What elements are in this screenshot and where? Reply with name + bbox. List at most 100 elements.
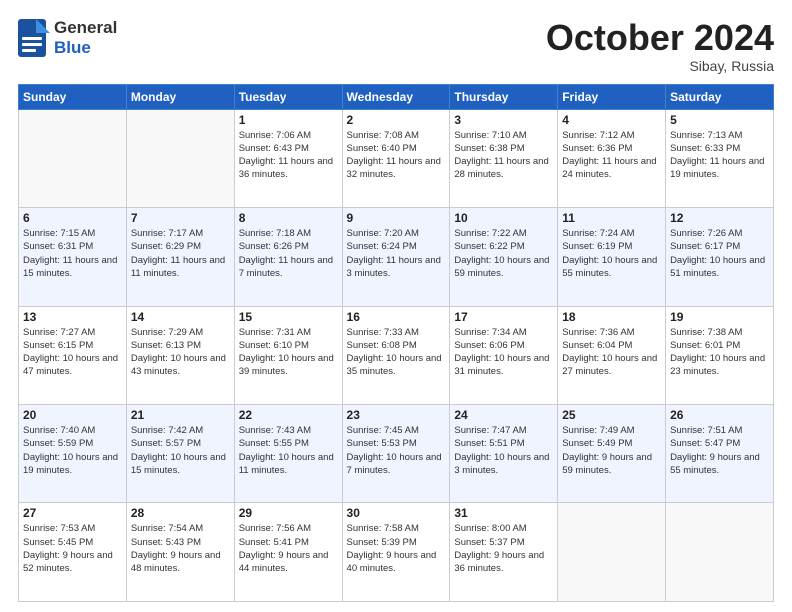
calendar-cell: 27 Sunrise: 7:53 AMSunset: 5:45 PMDayligh…	[19, 503, 127, 602]
calendar-cell: 19 Sunrise: 7:38 AMSunset: 6:01 PMDayligh…	[666, 306, 774, 404]
day-info: Sunrise: 7:34 AMSunset: 6:06 PMDaylight:…	[454, 326, 553, 379]
day-number: 19	[670, 310, 769, 324]
calendar-cell: 16 Sunrise: 7:33 AMSunset: 6:08 PMDayligh…	[342, 306, 450, 404]
day-header-saturday: Saturday	[666, 84, 774, 109]
calendar-cell	[558, 503, 666, 602]
calendar-cell: 23Sunrise: 7:45 AMSunset: 5:53 PMDayligh…	[342, 405, 450, 503]
day-number: 28	[131, 506, 230, 520]
calendar-cell: 2 Sunrise: 7:08 AMSunset: 6:40 PMDaylight…	[342, 109, 450, 207]
day-info: Sunrise: 7:08 AMSunset: 6:40 PMDaylight:…	[347, 129, 446, 182]
calendar-cell: 29 Sunrise: 7:56 AMSunset: 5:41 PMDayligh…	[234, 503, 342, 602]
day-header-thursday: Thursday	[450, 84, 558, 109]
day-number: 15	[239, 310, 338, 324]
day-info: Sunrise: 7:31 AMSunset: 6:10 PMDaylight:…	[239, 326, 338, 379]
day-info: Sunrise: 7:47 AMSunset: 5:51 PMDaylight:…	[454, 424, 553, 477]
day-header-sunday: Sunday	[19, 84, 127, 109]
calendar-header-row: SundayMondayTuesdayWednesdayThursdayFrid…	[19, 84, 774, 109]
day-info: Sunrise: 7:45 AMSunset: 5:53 PMDaylight:…	[347, 424, 446, 477]
page: General Blue October 2024 Sibay, Russia …	[0, 0, 792, 612]
day-number: 2	[347, 113, 446, 127]
day-number: 4	[562, 113, 661, 127]
calendar-cell: 21Sunrise: 7:42 AMSunset: 5:57 PMDayligh…	[126, 405, 234, 503]
day-number: 31	[454, 506, 553, 520]
calendar-cell: 20Sunrise: 7:40 AMSunset: 5:59 PMDayligh…	[19, 405, 127, 503]
day-info: Sunrise: 7:38 AMSunset: 6:01 PMDaylight:…	[670, 326, 769, 379]
calendar-cell: 11Sunrise: 7:24 AMSunset: 6:19 PMDayligh…	[558, 208, 666, 306]
calendar-week-row: 6 Sunrise: 7:15 AMSunset: 6:31 PMDaylight…	[19, 208, 774, 306]
day-number: 25	[562, 408, 661, 422]
day-number: 17	[454, 310, 553, 324]
calendar-cell: 13 Sunrise: 7:27 AMSunset: 6:15 PMDayligh…	[19, 306, 127, 404]
day-number: 13	[23, 310, 122, 324]
day-info: Sunrise: 7:54 AMSunset: 5:43 PMDaylight:…	[131, 522, 230, 575]
logo: General Blue	[18, 18, 117, 58]
day-number: 24	[454, 408, 553, 422]
calendar-cell: 24 Sunrise: 7:47 AMSunset: 5:51 PMDayligh…	[450, 405, 558, 503]
calendar-week-row: 27 Sunrise: 7:53 AMSunset: 5:45 PMDayligh…	[19, 503, 774, 602]
day-number: 9	[347, 211, 446, 225]
day-info: Sunrise: 8:00 AMSunset: 5:37 PMDaylight:…	[454, 522, 553, 575]
day-number: 8	[239, 211, 338, 225]
day-info: Sunrise: 7:53 AMSunset: 5:45 PMDaylight:…	[23, 522, 122, 575]
logo-icon	[18, 19, 50, 57]
day-number: 14	[131, 310, 230, 324]
calendar-cell: 25 Sunrise: 7:49 AMSunset: 5:49 PMDayligh…	[558, 405, 666, 503]
day-number: 6	[23, 211, 122, 225]
calendar-cell: 8 Sunrise: 7:18 AMSunset: 6:26 PMDaylight…	[234, 208, 342, 306]
calendar-cell: 18 Sunrise: 7:36 AMSunset: 6:04 PMDayligh…	[558, 306, 666, 404]
calendar-cell: 9Sunrise: 7:20 AMSunset: 6:24 PMDaylight…	[342, 208, 450, 306]
day-number: 12	[670, 211, 769, 225]
day-info: Sunrise: 7:49 AMSunset: 5:49 PMDaylight:…	[562, 424, 661, 477]
day-info: Sunrise: 7:56 AMSunset: 5:41 PMDaylight:…	[239, 522, 338, 575]
calendar-cell: 14 Sunrise: 7:29 AMSunset: 6:13 PMDayligh…	[126, 306, 234, 404]
day-info: Sunrise: 7:06 AMSunset: 6:43 PMDaylight:…	[239, 129, 338, 182]
day-number: 11	[562, 211, 661, 225]
month-title: October 2024	[546, 18, 774, 58]
day-number: 3	[454, 113, 553, 127]
calendar-cell: 28 Sunrise: 7:54 AMSunset: 5:43 PMDayligh…	[126, 503, 234, 602]
calendar-cell	[126, 109, 234, 207]
day-number: 29	[239, 506, 338, 520]
calendar-cell: 15 Sunrise: 7:31 AMSunset: 6:10 PMDayligh…	[234, 306, 342, 404]
day-number: 30	[347, 506, 446, 520]
day-number: 16	[347, 310, 446, 324]
calendar-cell: 1Sunrise: 7:06 AMSunset: 6:43 PMDaylight…	[234, 109, 342, 207]
day-info: Sunrise: 7:18 AMSunset: 6:26 PMDaylight:…	[239, 227, 338, 280]
day-info: Sunrise: 7:43 AMSunset: 5:55 PMDaylight:…	[239, 424, 338, 477]
day-info: Sunrise: 7:36 AMSunset: 6:04 PMDaylight:…	[562, 326, 661, 379]
calendar-cell: 30 Sunrise: 7:58 AMSunset: 5:39 PMDayligh…	[342, 503, 450, 602]
calendar-cell: 31 Sunrise: 8:00 AMSunset: 5:37 PMDayligh…	[450, 503, 558, 602]
day-info: Sunrise: 7:17 AMSunset: 6:29 PMDaylight:…	[131, 227, 230, 280]
calendar-cell: 7 Sunrise: 7:17 AMSunset: 6:29 PMDaylight…	[126, 208, 234, 306]
header: General Blue October 2024 Sibay, Russia	[18, 18, 774, 74]
day-info: Sunrise: 7:29 AMSunset: 6:13 PMDaylight:…	[131, 326, 230, 379]
day-number: 22	[239, 408, 338, 422]
calendar-table: SundayMondayTuesdayWednesdayThursdayFrid…	[18, 84, 774, 602]
calendar-cell: 17 Sunrise: 7:34 AMSunset: 6:06 PMDayligh…	[450, 306, 558, 404]
day-number: 21	[131, 408, 230, 422]
day-header-monday: Monday	[126, 84, 234, 109]
day-info: Sunrise: 7:26 AMSunset: 6:17 PMDaylight:…	[670, 227, 769, 280]
day-info: Sunrise: 7:13 AMSunset: 6:33 PMDaylight:…	[670, 129, 769, 182]
day-number: 10	[454, 211, 553, 225]
calendar-cell: 26Sunrise: 7:51 AMSunset: 5:47 PMDayligh…	[666, 405, 774, 503]
day-info: Sunrise: 7:27 AMSunset: 6:15 PMDaylight:…	[23, 326, 122, 379]
day-header-wednesday: Wednesday	[342, 84, 450, 109]
day-header-tuesday: Tuesday	[234, 84, 342, 109]
day-number: 18	[562, 310, 661, 324]
day-number: 27	[23, 506, 122, 520]
day-info: Sunrise: 7:33 AMSunset: 6:08 PMDaylight:…	[347, 326, 446, 379]
day-number: 5	[670, 113, 769, 127]
day-info: Sunrise: 7:51 AMSunset: 5:47 PMDaylight:…	[670, 424, 769, 477]
day-info: Sunrise: 7:12 AMSunset: 6:36 PMDaylight:…	[562, 129, 661, 182]
day-header-friday: Friday	[558, 84, 666, 109]
calendar-cell: 6 Sunrise: 7:15 AMSunset: 6:31 PMDaylight…	[19, 208, 127, 306]
day-number: 7	[131, 211, 230, 225]
day-info: Sunrise: 7:15 AMSunset: 6:31 PMDaylight:…	[23, 227, 122, 280]
day-info: Sunrise: 7:40 AMSunset: 5:59 PMDaylight:…	[23, 424, 122, 477]
title-block: October 2024 Sibay, Russia	[546, 18, 774, 74]
calendar-week-row: 13 Sunrise: 7:27 AMSunset: 6:15 PMDayligh…	[19, 306, 774, 404]
calendar-cell: 10Sunrise: 7:22 AMSunset: 6:22 PMDayligh…	[450, 208, 558, 306]
day-info: Sunrise: 7:58 AMSunset: 5:39 PMDaylight:…	[347, 522, 446, 575]
day-info: Sunrise: 7:10 AMSunset: 6:38 PMDaylight:…	[454, 129, 553, 182]
